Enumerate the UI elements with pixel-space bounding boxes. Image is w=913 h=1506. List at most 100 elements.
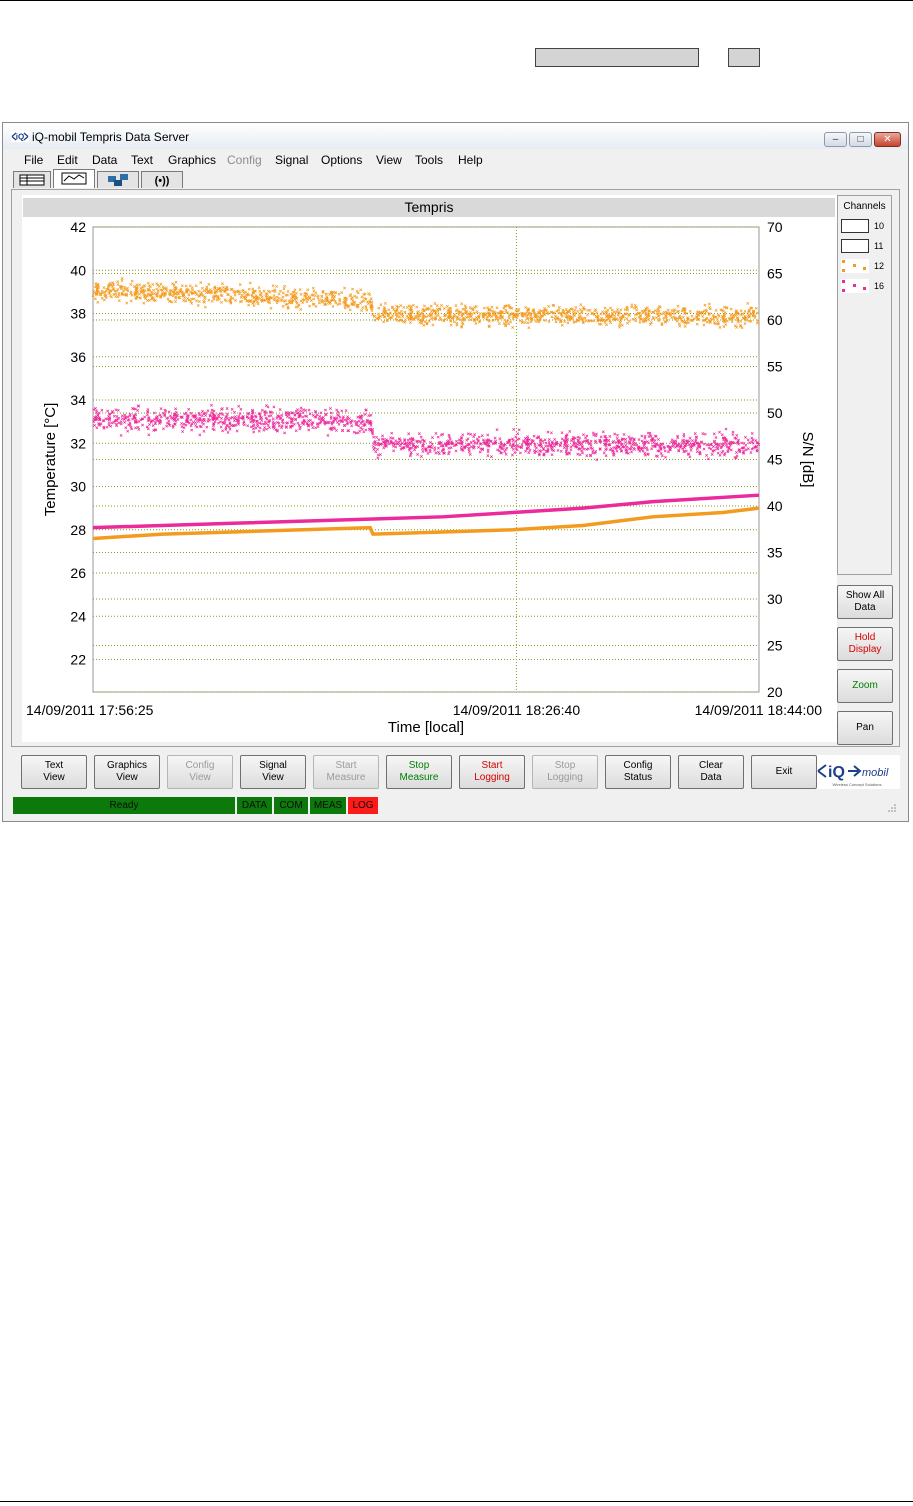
- pan-button[interactable]: Pan: [837, 711, 893, 745]
- y-right-axis-label: S/N [dB]: [799, 432, 816, 488]
- tab-config-view[interactable]: [97, 171, 139, 188]
- menu-edit[interactable]: Edit: [57, 153, 78, 167]
- y-right-tick-label: 65: [767, 266, 783, 282]
- svg-text:(•)): (•)): [155, 175, 170, 187]
- channel-label: 16: [874, 281, 885, 291]
- menu-graphics[interactable]: Graphics: [168, 153, 216, 167]
- y-right-tick-label: 25: [767, 638, 783, 654]
- chart-title: Tempris: [23, 198, 835, 217]
- channel-item-12[interactable]: 12: [841, 259, 891, 275]
- tab-signal-view[interactable]: (•)): [141, 171, 183, 188]
- y-left-tick-label: 26: [70, 565, 86, 581]
- channel-swatch[interactable]: [841, 239, 869, 253]
- show-all-data-button[interactable]: Show All Data: [837, 585, 893, 619]
- window-title: iQ-mobil Tempris Data Server: [32, 130, 190, 144]
- status-indicator-log: LOG: [348, 797, 378, 814]
- client-area: Tempris 22 24 26 28 30 32 34 36 38 40 42 20 25 30 35 40…: [11, 189, 900, 747]
- start-measure-button[interactable]: Start Measure: [313, 755, 379, 789]
- page-top-rule: [0, 0, 913, 1]
- signal-icon: (•)): [155, 175, 170, 187]
- channel-swatch[interactable]: [841, 219, 869, 233]
- y-left-tick-label: 42: [70, 219, 86, 235]
- clear-data-button[interactable]: Clear Data: [678, 755, 744, 789]
- menu-view[interactable]: View: [376, 153, 402, 167]
- hold-display-button[interactable]: Hold Display: [837, 627, 893, 661]
- app-window: iQ iQ-mobil Tempris Data Server – □ ✕ Fi…: [2, 122, 909, 822]
- y-left-tick-label: 36: [70, 349, 86, 365]
- channel-item-16[interactable]: 16: [841, 279, 891, 295]
- y-left-tick-label: 24: [70, 608, 86, 624]
- x-tick-label: 14/09/2011 18:26:40: [453, 702, 581, 718]
- channels-panel: Channels 10 11 12 16: [837, 195, 892, 575]
- tempris-chart[interactable]: 22 24 26 28 30 32 34 36 38 40 42 20 25 30 35 40 45 50 55 60…: [22, 217, 837, 742]
- start-logging-button[interactable]: Start Logging: [459, 755, 525, 789]
- signal-view-button[interactable]: Signal View: [240, 755, 306, 789]
- y-left-tick-label: 38: [70, 306, 86, 322]
- resize-grip-icon[interactable]: [887, 803, 897, 813]
- status-ready: Ready: [13, 797, 235, 814]
- menu-help[interactable]: Help: [458, 153, 483, 167]
- title-bar[interactable]: iQ iQ-mobil Tempris Data Server – □ ✕: [3, 123, 908, 149]
- iq-mobil-logo: iQ mobil Wireless Concept Solutions: [814, 755, 900, 789]
- y-right-tick-label: 45: [767, 452, 783, 468]
- y-right-tick-label: 35: [767, 545, 783, 561]
- graph-view-icon: [61, 172, 87, 185]
- graphics-view-button[interactable]: Graphics View: [94, 755, 160, 789]
- y-right-tick-label: 50: [767, 405, 783, 421]
- maximize-button[interactable]: □: [849, 132, 872, 147]
- exit-button[interactable]: Exit: [751, 755, 817, 789]
- y-left-axis-label: Temperature [°C]: [42, 403, 59, 517]
- menu-bar: File Edit Data Text Graphics Config Signal Opti…: [3, 150, 908, 170]
- y-left-tick-label: 30: [70, 479, 86, 495]
- y-right-tick-label: 40: [767, 498, 783, 514]
- menu-text[interactable]: Text: [131, 153, 153, 167]
- config-view-button[interactable]: Config View: [167, 755, 233, 789]
- menu-config[interactable]: Config: [227, 153, 262, 167]
- y-left-tick-label: 22: [70, 652, 86, 668]
- y-right-tick-label: 30: [767, 591, 783, 607]
- config-status-button[interactable]: Config Status: [605, 755, 671, 789]
- y-right-tick-label: 20: [767, 684, 783, 700]
- text-view-button[interactable]: Text View: [21, 755, 87, 789]
- x-axis-label: Time [local]: [388, 719, 464, 736]
- tab-graphics-view[interactable]: [53, 169, 95, 188]
- close-button[interactable]: ✕: [874, 132, 901, 147]
- status-bar: Ready DATA COM MEAS LOG: [11, 797, 900, 815]
- logo-mobil-text: mobil: [862, 767, 889, 779]
- channels-title: Channels: [843, 201, 886, 212]
- channel-swatch[interactable]: [841, 279, 869, 293]
- menu-file[interactable]: File: [24, 153, 43, 167]
- chart-panel: Tempris 22 24 26 28 30 32 34 36 38 40 42 20 25 30 35 40…: [22, 195, 837, 742]
- document-placeholder-box: [535, 48, 699, 67]
- network-config-icon: [108, 174, 128, 186]
- logo-iq-text: iQ: [828, 764, 845, 781]
- svg-text:iQ: iQ: [16, 133, 24, 142]
- zoom-button[interactable]: Zoom: [837, 669, 893, 703]
- menu-signal[interactable]: Signal: [275, 153, 308, 167]
- y-left-tick-label: 34: [70, 392, 86, 408]
- status-indicator-meas: MEAS: [310, 797, 346, 814]
- app-logo-icon: iQ: [11, 131, 29, 142]
- bottom-button-row: iQ mobil Wireless Concept Solutions Text…: [11, 753, 900, 793]
- menu-options[interactable]: Options: [321, 153, 362, 167]
- channel-swatch[interactable]: [841, 259, 869, 273]
- x-tick-label: 14/09/2011 17:56:25: [26, 702, 154, 718]
- channel-item-10[interactable]: 10: [841, 219, 891, 235]
- minimize-button[interactable]: –: [824, 132, 847, 147]
- y-right-tick-label: 55: [767, 359, 783, 375]
- y-left-tick-label: 28: [70, 522, 86, 538]
- page-bottom-rule: [0, 1501, 913, 1502]
- y-left-tick-label: 32: [70, 435, 86, 451]
- menu-data[interactable]: Data: [92, 153, 117, 167]
- table-view-icon: [19, 174, 45, 186]
- channel-item-11[interactable]: 11: [841, 239, 891, 255]
- x-tick-label: 14/09/2011 18:44:00: [695, 702, 823, 718]
- channel-label: 10: [874, 221, 885, 231]
- stop-measure-button[interactable]: Stop Measure: [386, 755, 452, 789]
- y-left-tick-label: 40: [70, 262, 86, 278]
- menu-tools[interactable]: Tools: [415, 153, 443, 167]
- status-indicator-data: DATA: [237, 797, 272, 814]
- y-right-tick-label: 70: [767, 219, 783, 235]
- tab-text-view[interactable]: [13, 171, 51, 188]
- stop-logging-button[interactable]: Stop Logging: [532, 755, 598, 789]
